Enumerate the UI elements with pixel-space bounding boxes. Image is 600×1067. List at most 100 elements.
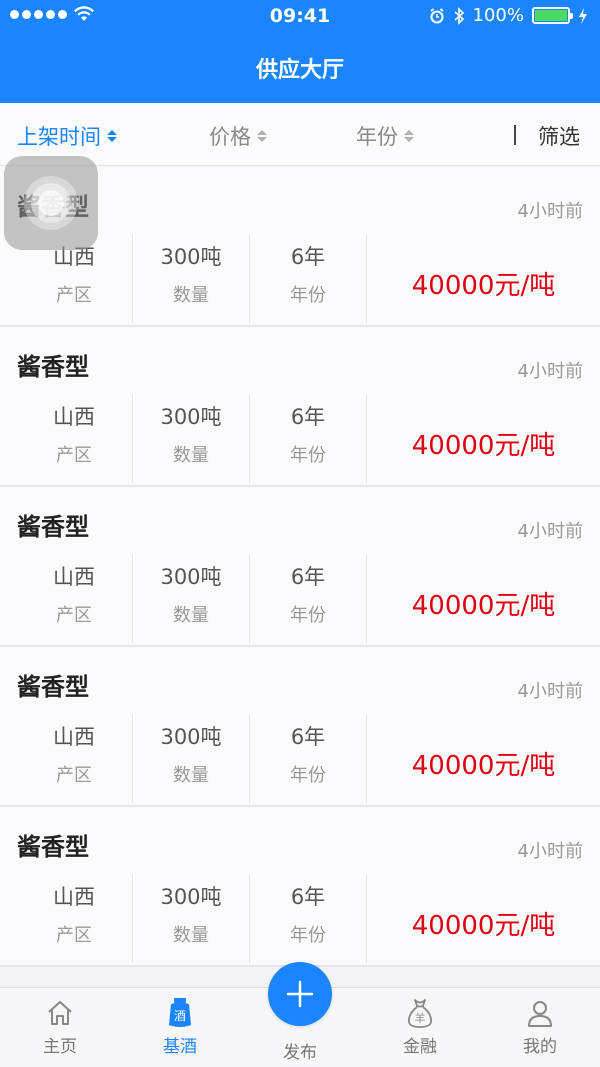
year-label: 年份 [290, 445, 326, 466]
quantity-value: 300吨 [160, 565, 222, 589]
quantity-label: 数量 [173, 285, 209, 306]
year-label: 年份 [290, 285, 326, 306]
tab-label: 主页 [43, 1037, 77, 1057]
origin-label: 产区 [56, 605, 92, 626]
posted-time: 4小时前 [517, 521, 583, 542]
publish-label: 发布 [283, 1043, 317, 1063]
assistive-touch-button[interactable] [4, 156, 98, 250]
price: 40000元/吨 [411, 271, 556, 301]
quantity-label: 数量 [173, 605, 209, 626]
battery-icon [532, 7, 573, 24]
bluetooth-icon [454, 6, 464, 25]
tab-label: 我的 [523, 1037, 557, 1057]
year-value: 6年 [290, 725, 326, 749]
quantity-label: 数量 [173, 445, 209, 466]
liquor-jar-icon: 酒 [169, 998, 191, 1027]
liquor-jar-text: 酒 [174, 1009, 186, 1023]
tab-finance[interactable]: 羊 金融 [380, 994, 460, 1057]
origin-value: 山西 [53, 565, 95, 589]
money-bag-icon: 羊 [408, 999, 432, 1028]
tab-label: 金融 [403, 1037, 437, 1057]
tab-base-liquor[interactable]: 酒 基酒 [140, 994, 220, 1057]
origin-cell: 山西 产区 [16, 395, 133, 483]
sort-label: 年份 [356, 125, 398, 149]
liquor-type: 酱香型 [17, 673, 89, 701]
liquor-type: 酱香型 [17, 513, 89, 541]
price: 40000元/吨 [411, 591, 556, 621]
price: 40000元/吨 [411, 911, 556, 941]
quantity-value: 300吨 [160, 725, 222, 749]
year-value: 6年 [290, 885, 326, 909]
price: 40000元/吨 [411, 751, 556, 781]
year-cell: 6年 年份 [250, 395, 367, 483]
assistive-ring-core [38, 190, 64, 216]
tab-mine[interactable]: 我的 [500, 994, 580, 1057]
origin-label: 产区 [56, 765, 92, 786]
listing-list: 酱香型 4小时前 山西 产区 300吨 数量 6年 年份 40000元/吨 酱香… [0, 167, 600, 967]
quantity-cell: 300吨 数量 [133, 395, 250, 483]
posted-time: 4小时前 [517, 841, 583, 862]
origin-cell: 山西 产区 [16, 875, 133, 963]
origin-value: 山西 [53, 885, 95, 909]
home-icon [48, 1001, 72, 1025]
year-value: 6年 [290, 565, 326, 589]
listing-card[interactable]: 酱香型 4小时前 山西 产区 300吨 数量 6年 年份 40000元/吨 [0, 487, 600, 647]
year-cell: 6年 年份 [250, 235, 367, 323]
filter-button[interactable]: 筛选 [538, 121, 580, 151]
sort-arrows-icon [257, 130, 267, 142]
sort-arrows-icon [107, 130, 117, 142]
status-right: 100% [429, 5, 588, 26]
money-bag-text: 羊 [415, 1011, 426, 1025]
year-label: 年份 [290, 925, 326, 946]
charging-icon [579, 7, 587, 24]
year-cell: 6年 年份 [250, 875, 367, 963]
quantity-value: 300吨 [160, 245, 222, 269]
quantity-cell: 300吨 数量 [133, 555, 250, 643]
origin-cell: 山西 产区 [16, 555, 133, 643]
sort-label: 价格 [209, 125, 251, 149]
year-label: 年份 [290, 605, 326, 626]
publish-button[interactable] [268, 962, 332, 1026]
filter-divider [514, 125, 516, 145]
tab-home[interactable]: 主页 [20, 994, 100, 1057]
quantity-cell: 300吨 数量 [133, 235, 250, 323]
sort-arrows-icon [404, 130, 414, 142]
year-label: 年份 [290, 765, 326, 786]
quantity-label: 数量 [173, 765, 209, 786]
plus-icon [286, 980, 314, 1008]
origin-label: 产区 [56, 285, 92, 306]
year-cell: 6年 年份 [250, 715, 367, 803]
alarm-icon [429, 7, 444, 23]
sort-by-listing-time[interactable]: 上架时间 [17, 121, 117, 151]
listing-card[interactable]: 酱香型 4小时前 山西 产区 300吨 数量 6年 年份 40000元/吨 [0, 327, 600, 487]
quantity-value: 300吨 [160, 885, 222, 909]
sort-by-price[interactable]: 价格 [209, 121, 267, 151]
battery-percent: 100% [472, 5, 524, 26]
origin-label: 产区 [56, 925, 92, 946]
user-icon [528, 1001, 552, 1027]
status-bar: 09:41 100% [0, 0, 600, 34]
year-value: 6年 [290, 405, 326, 429]
sort-filter-bar: 上架时间 价格 年份 筛选 [0, 103, 600, 166]
origin-value: 山西 [53, 405, 95, 429]
origin-cell: 山西 产区 [16, 715, 133, 803]
posted-time: 4小时前 [517, 201, 583, 222]
liquor-type: 酱香型 [17, 353, 89, 381]
listing-card[interactable]: 酱香型 4小时前 山西 产区 300吨 数量 6年 年份 40000元/吨 [0, 647, 600, 807]
posted-time: 4小时前 [517, 361, 583, 382]
year-value: 6年 [290, 245, 326, 269]
quantity-value: 300吨 [160, 405, 222, 429]
sort-by-year[interactable]: 年份 [356, 121, 414, 151]
tab-label: 基酒 [163, 1037, 197, 1057]
listing-card[interactable]: 酱香型 4小时前 山西 产区 300吨 数量 6年 年份 40000元/吨 [0, 807, 600, 967]
origin-value: 山西 [53, 725, 95, 749]
quantity-label: 数量 [173, 925, 209, 946]
year-cell: 6年 年份 [250, 555, 367, 643]
page-title: 供应大厅 [255, 58, 344, 83]
liquor-type: 酱香型 [17, 833, 89, 861]
origin-label: 产区 [56, 445, 92, 466]
quantity-cell: 300吨 数量 [133, 875, 250, 963]
header: 09:41 100% 供应大厅 [0, 0, 600, 103]
price: 40000元/吨 [411, 431, 556, 461]
sort-label: 上架时间 [17, 125, 101, 149]
